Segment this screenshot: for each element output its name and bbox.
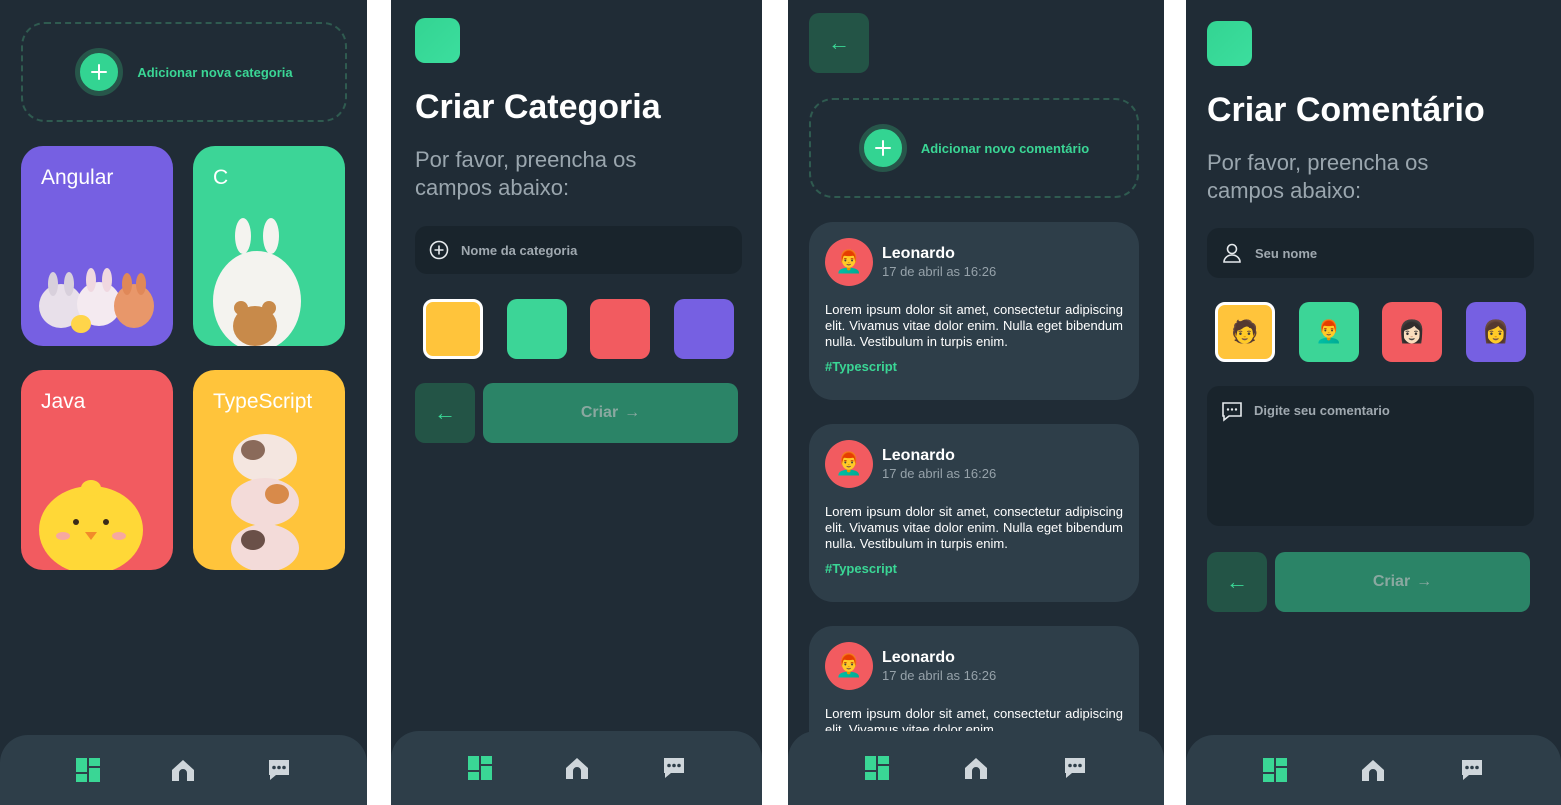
plus-circle-icon bbox=[429, 240, 449, 260]
add-category-label: Adicionar nova categoria bbox=[137, 64, 293, 80]
arrow-right-icon: → bbox=[624, 404, 641, 421]
category-card-typescript[interactable]: TypeScript bbox=[193, 370, 345, 570]
categories-screen: Adicionar nova categoria Angular C Java … bbox=[0, 0, 367, 805]
bottom-nav bbox=[1186, 735, 1561, 805]
comment-author: Leonardo bbox=[882, 447, 955, 464]
comment-textarea[interactable]: Digite seu comentario bbox=[1207, 386, 1534, 526]
home-icon[interactable] bbox=[1353, 750, 1393, 790]
home-icon[interactable] bbox=[557, 748, 597, 788]
category-title: Angular bbox=[41, 166, 114, 189]
create-category-screen: Criar Categoria Por favor, preencha os c… bbox=[391, 0, 762, 805]
plush-chick-image bbox=[39, 480, 143, 570]
add-category-button[interactable]: Adicionar nova categoria bbox=[21, 22, 347, 122]
plus-icon bbox=[858, 124, 907, 172]
arrow-left-icon: ← bbox=[1226, 569, 1248, 594]
home-icon[interactable] bbox=[956, 748, 996, 788]
textarea-placeholder: Digite seu comentario bbox=[1254, 403, 1390, 418]
create-comment-screen: Criar Comentário Por favor, preencha os … bbox=[1186, 0, 1561, 805]
chat-icon[interactable] bbox=[259, 750, 299, 790]
avatar-option-2[interactable]: 👨‍🦰 bbox=[1299, 302, 1359, 362]
category-title: C bbox=[213, 166, 229, 189]
comment-card: 👨‍🦰 Leonardo 17 de abril as 16:26 Lorem … bbox=[809, 222, 1139, 400]
avatar: 👨‍🦰 bbox=[825, 238, 873, 286]
app-logo bbox=[1207, 21, 1252, 66]
category-title: TypeScript bbox=[213, 390, 313, 413]
bottom-nav bbox=[788, 731, 1164, 805]
dashboard-icon[interactable] bbox=[68, 750, 108, 790]
home-icon[interactable] bbox=[163, 750, 203, 790]
plush-bunny-bear-image bbox=[213, 218, 301, 346]
chat-icon[interactable] bbox=[654, 748, 694, 788]
color-option-green[interactable] bbox=[507, 299, 567, 359]
plush-hamsters-image bbox=[231, 434, 299, 570]
comment-author: Leonardo bbox=[882, 245, 955, 262]
comment-card: 👨‍🦰 Leonardo 17 de abril as 16:26 Lorem … bbox=[809, 424, 1139, 602]
category-card-java[interactable]: Java bbox=[21, 370, 173, 570]
comment-date: 17 de abril as 16:26 bbox=[882, 668, 997, 683]
avatar: 👨‍🦰 bbox=[825, 642, 873, 690]
comment-text: Lorem ipsum dolor sit amet, consectetur … bbox=[825, 302, 1123, 349]
create-label: Criar bbox=[1372, 573, 1411, 590]
arrow-left-icon: ← bbox=[828, 30, 850, 55]
category-card-angular[interactable]: Angular bbox=[21, 146, 173, 346]
comment-author: Leonardo bbox=[882, 649, 955, 666]
plus-icon bbox=[75, 48, 124, 96]
page-subtitle: Por favor, preencha os campos abaixo: bbox=[1207, 150, 1429, 203]
avatar-option-4[interactable]: 👩 bbox=[1466, 302, 1526, 362]
arrow-right-icon: → bbox=[1416, 573, 1433, 590]
avatar: 👨‍🦰 bbox=[825, 440, 873, 488]
input-placeholder: Seu nome bbox=[1255, 245, 1318, 261]
input-placeholder: Nome da categoria bbox=[461, 242, 578, 258]
add-comment-button[interactable]: Adicionar novo comentário bbox=[809, 98, 1139, 198]
app-logo bbox=[415, 18, 460, 63]
back-button[interactable]: ← bbox=[809, 13, 869, 73]
category-name-input[interactable]: Nome da categoria bbox=[415, 226, 742, 274]
category-title: Java bbox=[41, 390, 86, 413]
dashboard-icon[interactable] bbox=[1255, 750, 1295, 790]
comment-tag[interactable]: #Typescript bbox=[825, 359, 897, 374]
create-button[interactable]: Criar → bbox=[1275, 552, 1530, 612]
comment-tag[interactable]: #Typescript bbox=[825, 561, 897, 576]
bottom-nav bbox=[0, 735, 367, 805]
comments-screen: ← Adicionar novo comentário 👨‍🦰 Leonardo… bbox=[788, 0, 1164, 805]
chat-icon[interactable] bbox=[1055, 748, 1095, 788]
user-icon bbox=[1223, 243, 1241, 263]
create-label: Criar bbox=[580, 404, 619, 421]
page-title: Criar Comentário bbox=[1207, 91, 1485, 129]
plush-bunnies-image bbox=[39, 268, 154, 333]
comment-icon bbox=[1222, 402, 1242, 422]
color-option-red[interactable] bbox=[590, 299, 650, 359]
dashboard-icon[interactable] bbox=[857, 748, 897, 788]
chat-icon[interactable] bbox=[1452, 750, 1492, 790]
dashboard-icon[interactable] bbox=[460, 748, 500, 788]
color-option-yellow[interactable] bbox=[423, 299, 483, 359]
comment-date: 17 de abril as 16:26 bbox=[882, 466, 997, 481]
create-button[interactable]: Criar → bbox=[483, 383, 738, 443]
color-option-purple[interactable] bbox=[674, 299, 734, 359]
add-comment-label: Adicionar novo comentário bbox=[920, 140, 1090, 156]
bottom-nav bbox=[391, 731, 762, 805]
category-card-c[interactable]: C bbox=[193, 146, 345, 346]
avatar-option-1[interactable]: 🧑 bbox=[1215, 302, 1275, 362]
back-button[interactable]: ← bbox=[1207, 552, 1267, 612]
page-subtitle: Por favor, preencha os campos abaixo: bbox=[415, 147, 637, 200]
back-button[interactable]: ← bbox=[415, 383, 475, 443]
comment-text: Lorem ipsum dolor sit amet, consectetur … bbox=[825, 504, 1123, 551]
avatar-option-3[interactable]: 👩🏻 bbox=[1382, 302, 1442, 362]
comment-date: 17 de abril as 16:26 bbox=[882, 264, 997, 279]
name-input[interactable]: Seu nome bbox=[1207, 228, 1534, 278]
page-title: Criar Categoria bbox=[415, 88, 661, 126]
arrow-left-icon: ← bbox=[434, 400, 456, 425]
